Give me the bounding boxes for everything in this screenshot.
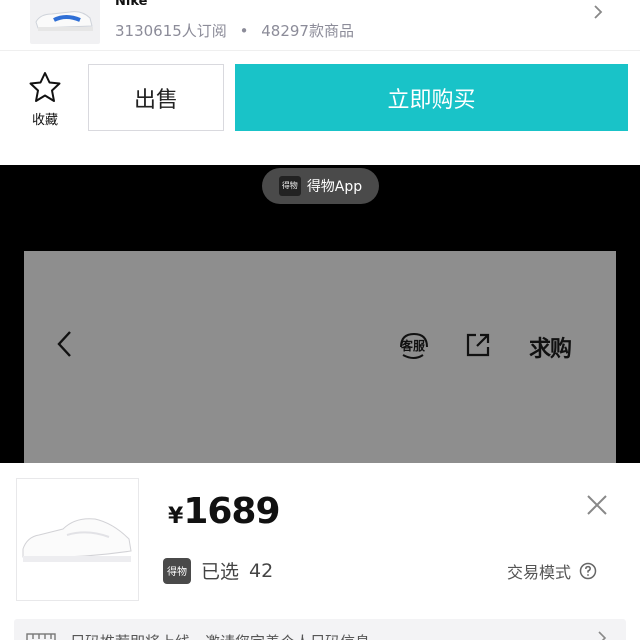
ruler-icon xyxy=(26,633,56,640)
currency-symbol: ¥ xyxy=(168,504,184,529)
share-icon[interactable] xyxy=(464,331,492,359)
back-icon[interactable] xyxy=(54,329,76,359)
brand-stats: 3130615人订阅 • 48297款商品 xyxy=(115,20,354,41)
size-recommendation-banner[interactable]: 尺码推荐即将上线，邀请您完善个人尺码信息 xyxy=(14,619,626,640)
service-label: 客服 xyxy=(401,339,426,353)
close-icon[interactable] xyxy=(585,493,609,517)
customer-service-button[interactable]: 客服 xyxy=(397,331,431,361)
price: ¥1689 xyxy=(168,491,281,532)
stats-separator: • xyxy=(239,22,249,40)
product-image xyxy=(16,478,139,601)
price-value: 1689 xyxy=(183,491,280,532)
chevron-right-icon xyxy=(598,631,607,640)
star-icon xyxy=(29,72,61,102)
chevron-right-icon[interactable] xyxy=(590,3,606,21)
product-count: 48297款商品 xyxy=(261,22,354,40)
app-name: 得物App xyxy=(306,179,363,195)
trade-mode-label: 交易模式 xyxy=(507,563,572,582)
buy-now-button[interactable]: 立即购买 xyxy=(235,64,628,131)
product-nav-overlay: 客服 求购 xyxy=(24,251,616,463)
app-logo: 得物 xyxy=(278,176,301,196)
subscriber-count: 3130615人订阅 xyxy=(115,22,227,40)
favorite-button[interactable]: 收藏 xyxy=(20,71,70,131)
selected-label: 已选 xyxy=(201,561,240,583)
trade-mode-button[interactable]: 交易模式 xyxy=(507,559,597,583)
action-bar: 收藏 出售 立即购买 xyxy=(0,50,640,165)
wanted-to-buy-button[interactable]: 求购 xyxy=(529,331,572,363)
screen: Nike 3130615人订阅 • 48297款商品 收藏 出售 立即购买 得物… xyxy=(0,0,640,640)
brand-logo-badge: 得物 xyxy=(163,557,191,584)
app-watermark: 得物 得物App xyxy=(262,168,379,204)
purchase-sheet: ¥1689 得物 已选 42 交易模式 尺码推荐即将上线，邀请您完善个人尺码信息 xyxy=(0,463,640,640)
brand-row[interactable]: Nike 3130615人订阅 • 48297款商品 xyxy=(0,0,640,50)
favorite-label: 收藏 xyxy=(31,113,58,128)
sell-button[interactable]: 出售 xyxy=(88,64,224,131)
brand-name: Nike xyxy=(115,0,148,9)
selected-size-row[interactable]: 得物 已选 42 xyxy=(163,557,273,584)
brand-thumbnail xyxy=(30,0,100,44)
size-banner-text: 尺码推荐即将上线，邀请您完善个人尺码信息 xyxy=(70,631,370,640)
help-icon xyxy=(579,562,597,580)
selected-size: 42 xyxy=(249,559,274,582)
